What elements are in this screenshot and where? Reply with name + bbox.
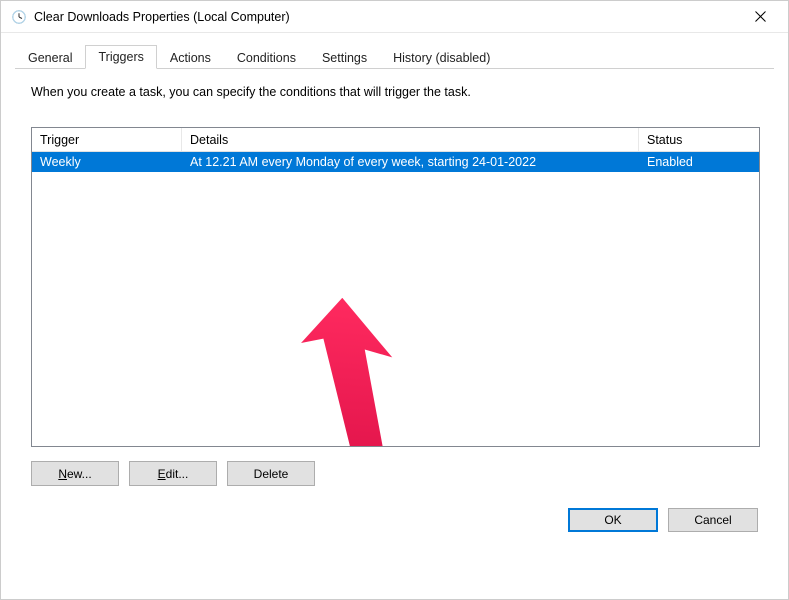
clock-icon (11, 9, 27, 25)
cell-trigger: Weekly (32, 152, 182, 172)
tab-triggers[interactable]: Triggers (85, 45, 156, 69)
column-header-details[interactable]: Details (182, 128, 639, 151)
tab-general[interactable]: General (15, 46, 85, 69)
titlebar: Clear Downloads Properties (Local Comput… (1, 1, 788, 33)
cell-details: At 12.21 AM every Monday of every week, … (182, 152, 639, 172)
column-header-status[interactable]: Status (639, 128, 759, 151)
edit-button[interactable]: Edit... (129, 461, 217, 486)
ok-button[interactable]: OK (568, 508, 658, 532)
dialog-content: General Triggers Actions Conditions Sett… (1, 33, 788, 544)
window-title: Clear Downloads Properties (Local Comput… (34, 10, 738, 24)
button-row: New... Edit... Delete (31, 461, 760, 486)
column-header-trigger[interactable]: Trigger (32, 128, 182, 151)
annotation-arrow-icon (282, 298, 412, 447)
tabstrip: General Triggers Actions Conditions Sett… (15, 45, 774, 69)
close-button[interactable] (738, 3, 782, 31)
close-icon (755, 11, 766, 22)
triggers-list-header: Trigger Details Status (32, 128, 759, 152)
table-row[interactable]: Weekly At 12.21 AM every Monday of every… (32, 152, 759, 172)
intro-text: When you create a task, you can specify … (31, 85, 760, 99)
dialog-footer: OK Cancel (15, 500, 774, 532)
tab-settings[interactable]: Settings (309, 46, 380, 69)
tab-history[interactable]: History (disabled) (380, 46, 503, 69)
tab-actions[interactable]: Actions (157, 46, 224, 69)
cell-status: Enabled (639, 152, 759, 172)
new-button[interactable]: New... (31, 461, 119, 486)
delete-button[interactable]: Delete (227, 461, 315, 486)
triggers-list: Trigger Details Status Weekly At 12.21 A… (31, 127, 760, 447)
cancel-button[interactable]: Cancel (668, 508, 758, 532)
tab-body: When you create a task, you can specify … (15, 69, 774, 500)
tab-conditions[interactable]: Conditions (224, 46, 309, 69)
